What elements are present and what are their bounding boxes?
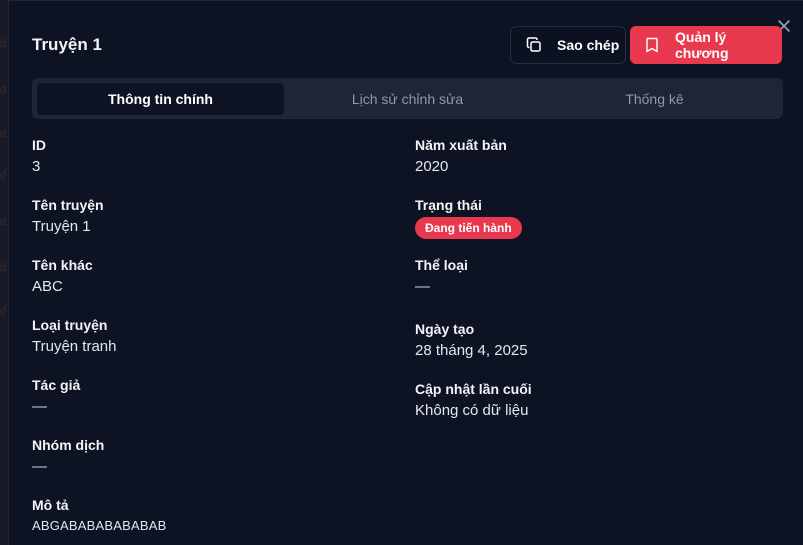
backdrop-glyph: đ <box>0 306 6 318</box>
field-label: Mô tả <box>32 497 69 513</box>
backdrop-glyph: đ <box>0 170 6 182</box>
field-label: Năm xuất bản <box>415 137 507 153</box>
copy-button[interactable]: Sao chép <box>510 26 626 64</box>
field-last-updated: Cập nhật lần cuối Không có dữ liệu <box>415 381 532 419</box>
backdrop-glyph: đ <box>0 38 6 50</box>
backdrop-glyph: đ <box>0 84 6 96</box>
field-status: Trạng thái Đang tiến hành <box>415 197 522 239</box>
manage-chapters-label: Quản lý chương <box>675 29 729 61</box>
copy-button-label: Sao chép <box>557 37 620 53</box>
field-publish-year: Năm xuất bản 2020 <box>415 137 507 175</box>
field-genre: Thể loại — <box>415 257 468 295</box>
field-created-date: Ngày tạo 28 tháng 4, 2025 <box>415 321 528 359</box>
field-value: — <box>32 458 47 475</box>
copy-icon <box>525 36 543 54</box>
field-value: Truyện 1 <box>32 218 91 235</box>
field-label: ID <box>32 137 46 153</box>
status-badge: Đang tiến hành <box>415 217 522 239</box>
tab-bar: Thông tin chính Lịch sử chỉnh sửa Thống … <box>32 78 783 119</box>
backdrop-glyph: đ <box>0 216 6 228</box>
field-story-type: Loại truyện Truyện tranh <box>32 317 117 355</box>
field-label: Tên truyện <box>32 197 104 213</box>
manage-chapters-button[interactable]: Quản lý chương <box>630 26 782 64</box>
dialog-title: Truyện 1 <box>32 35 102 54</box>
field-value: Không có dữ liệu <box>415 402 529 419</box>
field-label: Tên khác <box>32 257 93 273</box>
field-value: 3 <box>32 158 41 175</box>
field-value: 2020 <box>415 158 449 175</box>
tab-main-info[interactable]: Thông tin chính <box>37 83 284 115</box>
tab-edit-history[interactable]: Lịch sử chỉnh sửa <box>284 83 531 115</box>
field-value: ABGABABABABABAB <box>32 518 167 533</box>
field-id: ID 3 <box>32 137 46 175</box>
field-description: Mô tả ABGABABABABABAB <box>32 497 167 533</box>
field-label: Trạng thái <box>415 197 482 213</box>
story-detail-dialog: Truyện 1 Sao chép Quản lý chương Thông t… <box>8 0 803 545</box>
field-value: Truyện tranh <box>32 338 117 355</box>
field-alt-name: Tên khác ABC <box>32 257 93 295</box>
field-value: — <box>415 278 430 295</box>
field-label: Thể loại <box>415 257 468 273</box>
backdrop-glyph: đ <box>0 128 6 140</box>
bookmark-icon <box>643 36 661 54</box>
field-label: Tác giả <box>32 377 81 393</box>
field-story-name: Tên truyện Truyện 1 <box>32 197 104 235</box>
field-label: Nhóm dịch <box>32 437 105 453</box>
field-label: Ngày tạo <box>415 321 475 337</box>
field-label: Loại truyện <box>32 317 108 333</box>
field-value: ABC <box>32 278 63 295</box>
backdrop-glyph: đ <box>0 262 6 274</box>
field-translation-group: Nhóm dịch — <box>32 437 104 475</box>
field-value: 28 tháng 4, 2025 <box>415 342 528 359</box>
field-author: Tác giả — <box>32 377 80 415</box>
field-value: — <box>32 398 47 415</box>
field-label: Cập nhật lần cuối <box>415 381 532 397</box>
tab-statistics[interactable]: Thống kê <box>531 83 778 115</box>
